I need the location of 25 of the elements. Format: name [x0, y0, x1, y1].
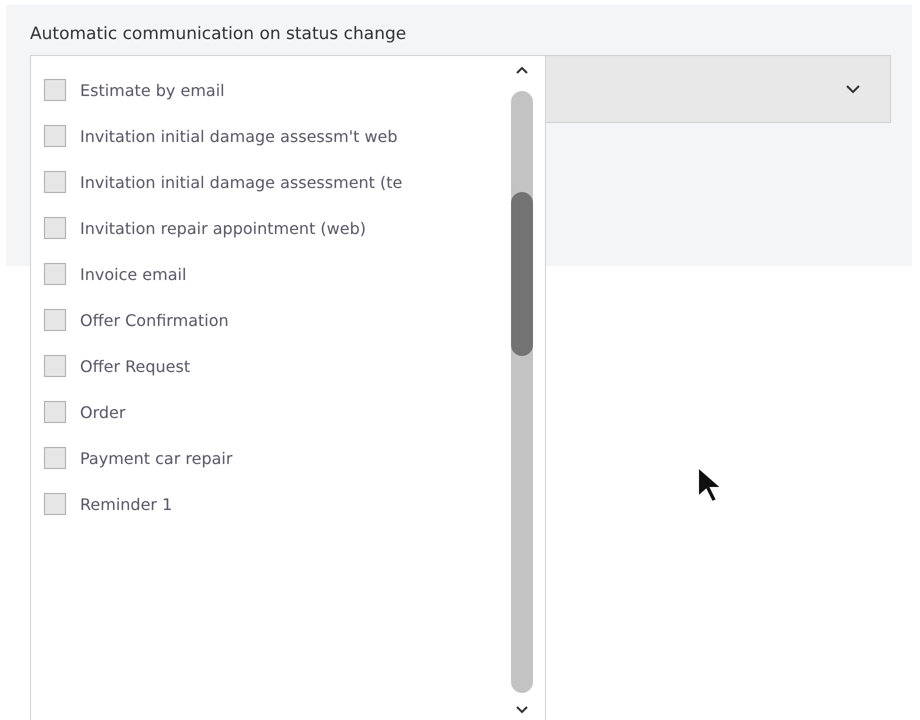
- option-label[interactable]: Estimate by email: [44, 74, 496, 107]
- checkbox[interactable]: [44, 171, 66, 193]
- option-label[interactable]: Invitation initial damage assessm't web: [44, 120, 496, 153]
- option-label[interactable]: Invoice email: [44, 258, 496, 291]
- option-label[interactable]: Invitation initial damage assessment (te: [44, 166, 496, 199]
- checkbox[interactable]: [44, 493, 66, 515]
- option-label[interactable]: Invitation repair appointment (web): [44, 212, 496, 245]
- chevron-down-icon: [846, 84, 860, 94]
- checkbox[interactable]: [44, 263, 66, 285]
- checkbox[interactable]: [44, 355, 66, 377]
- option-label[interactable]: Order: [44, 396, 496, 429]
- option-label[interactable]: Payment car repair: [44, 442, 496, 475]
- scrollbar-thumb[interactable]: [511, 192, 533, 356]
- option-label[interactable]: Reminder 1: [44, 488, 496, 521]
- checkbox[interactable]: [44, 125, 66, 147]
- field-label: Automatic communication on status change: [30, 23, 408, 46]
- scroll-down-icon[interactable]: [516, 706, 528, 714]
- checkbox[interactable]: [44, 447, 66, 469]
- checkbox[interactable]: [44, 217, 66, 239]
- option-label[interactable]: Offer Request: [44, 350, 496, 383]
- checkbox[interactable]: [44, 79, 66, 101]
- scroll-up-icon[interactable]: [516, 66, 528, 74]
- checkbox[interactable]: [44, 401, 66, 423]
- checkbox[interactable]: [44, 309, 66, 331]
- option-label[interactable]: Offer Confirmation: [44, 304, 496, 337]
